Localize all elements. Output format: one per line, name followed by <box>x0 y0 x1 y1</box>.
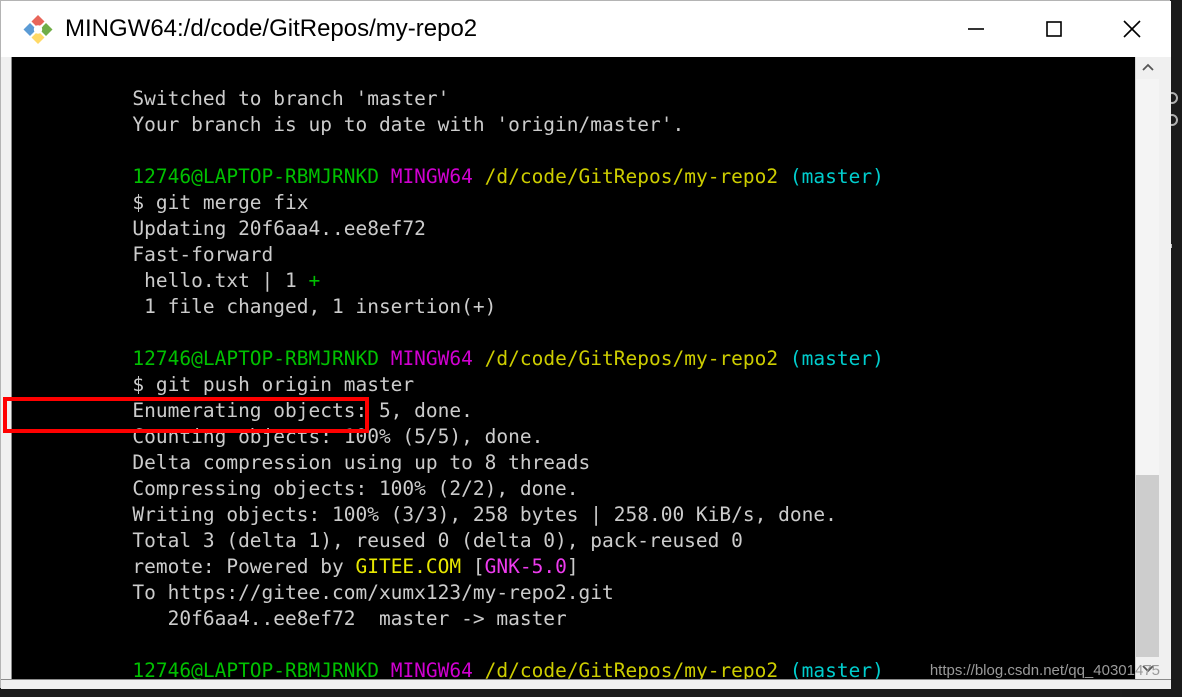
window-border-bottom <box>1 679 1171 689</box>
window-controls <box>937 1 1171 57</box>
prompt-line: 12746@LAPTOP-RBMJRNKD MINGW64 /d/code/Gi… <box>12 632 1135 679</box>
line-text: Updating 20f6aa4..ee8ef72 <box>132 217 426 240</box>
minimize-button[interactable] <box>937 1 1015 57</box>
line-text: Switched to branch 'master' <box>132 87 450 110</box>
close-icon <box>1123 20 1141 38</box>
line-text: hello.txt | 1 <box>132 269 309 292</box>
prompt-path: /d/code/GitRepos/my-repo2 <box>484 347 779 370</box>
chevron-up-icon <box>1141 63 1154 71</box>
line-text: $ git merge fix <box>132 191 309 214</box>
line-text: remote: Powered by <box>132 555 356 578</box>
title-bar-left: MINGW64:/d/code/GitRepos/my-repo2 <box>1 14 937 44</box>
line-text: Fast-forward <box>132 243 274 266</box>
line-text: Total 3 (delta 1), reused 0 (delta 0), p… <box>132 529 743 552</box>
window-border-left <box>1 57 12 689</box>
git-bash-icon <box>23 14 53 44</box>
minimize-icon <box>968 28 984 30</box>
prompt-path: /d/code/GitRepos/my-repo2 <box>484 659 779 679</box>
line-text: Enumerating objects: 5, done. <box>132 399 473 422</box>
line-text: Delta compression using up to 8 threads <box>132 451 591 474</box>
close-button[interactable] <box>1093 1 1171 57</box>
line-text: Counting objects: 100% (5/5), done. <box>132 425 544 448</box>
output-line: Switched to branch 'master' <box>12 60 1135 110</box>
window-title: MINGW64:/d/code/GitRepos/my-repo2 <box>65 15 478 42</box>
scroll-up-button[interactable] <box>1136 57 1159 79</box>
line-text: 1 file changed, 1 insertion(+) <box>132 295 497 318</box>
gnk-version-text: GNK-5.0 <box>484 555 567 578</box>
line-text: [ <box>461 555 485 578</box>
prompt-line: 12746@LAPTOP-RBMJRNKD MINGW64 /d/code/Gi… <box>12 138 1135 188</box>
scrollbar-track[interactable] <box>1136 79 1159 665</box>
maximize-icon <box>1046 21 1062 37</box>
line-text: Compressing objects: 100% (2/2), done. <box>132 477 579 500</box>
line-text: Your branch is up to date with 'origin/m… <box>132 113 685 136</box>
scrollbar-thumb[interactable] <box>1136 475 1159 665</box>
gitee-brand-text: GITEE.COM <box>355 555 462 578</box>
git-bash-window: MINGW64:/d/code/GitRepos/my-repo2 Switch… <box>0 0 1171 689</box>
prompt-user: 12746@LAPTOP-RBMJRNKD <box>132 347 379 370</box>
prompt-shell: MINGW64 <box>390 347 473 370</box>
screen: MINGW64:/d/code/GitRepos/my-repo2 Switch… <box>0 0 1182 697</box>
diff-plus-marker: + <box>308 269 321 292</box>
prompt-user: 12746@LAPTOP-RBMJRNKD <box>132 165 379 188</box>
line-text: $ git push origin master <box>132 373 415 396</box>
prompt-branch: (master) <box>789 659 884 679</box>
title-bar[interactable]: MINGW64:/d/code/GitRepos/my-repo2 <box>1 1 1171 57</box>
prompt-branch: (master) <box>789 165 884 188</box>
terminal-output[interactable]: Switched to branch 'master' Your branch … <box>12 57 1135 679</box>
line-text: Writing objects: 100% (3/3), 258 bytes |… <box>132 503 837 526</box>
prompt-shell: MINGW64 <box>390 659 473 679</box>
prompt-path: /d/code/GitRepos/my-repo2 <box>484 165 779 188</box>
prompt-shell: MINGW64 <box>390 165 473 188</box>
prompt-branch: (master) <box>789 347 884 370</box>
maximize-button[interactable] <box>1015 1 1093 57</box>
terminal-region: Switched to branch 'master' Your branch … <box>1 57 1171 689</box>
vertical-scrollbar[interactable] <box>1135 57 1159 679</box>
watermark-text: https://blog.csdn.net/qq_40301475 <box>929 662 1160 679</box>
prompt-user: 12746@LAPTOP-RBMJRNKD <box>132 659 379 679</box>
line-text: To https://gitee.com/xumx123/my-repo2.gi… <box>132 581 614 604</box>
prompt-line: 12746@LAPTOP-RBMJRNKD MINGW64 /d/code/Gi… <box>12 320 1135 370</box>
line-text: ] <box>566 555 579 578</box>
line-text: 20f6aa4..ee8ef72 master -> master <box>132 607 567 630</box>
